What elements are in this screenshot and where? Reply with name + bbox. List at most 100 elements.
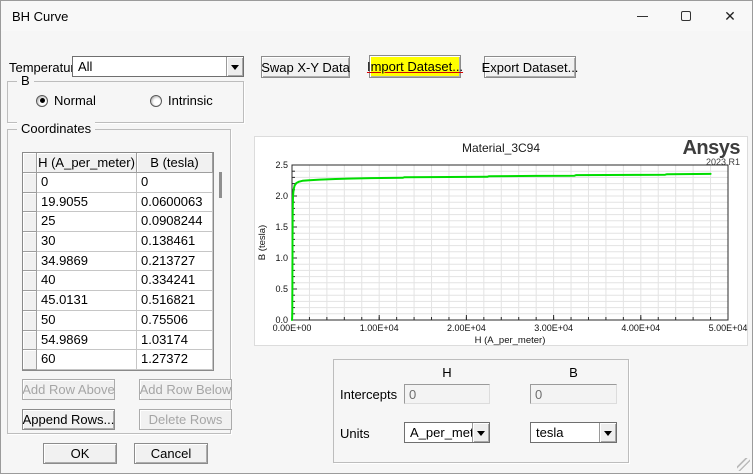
b-group-label: B (17, 73, 34, 88)
minimize-button[interactable] (620, 1, 664, 31)
ok-button[interactable]: OK (43, 443, 117, 464)
close-button[interactable]: ✕ (708, 1, 752, 31)
radio-normal[interactable]: Normal (36, 93, 96, 108)
maximize-button[interactable] (664, 1, 708, 31)
column-label-b: B (569, 365, 578, 380)
row-selector[interactable] (23, 330, 37, 351)
radio-normal-label: Normal (54, 93, 96, 108)
cell-h-value[interactable]: 50 (37, 310, 137, 331)
table-row: 00 (23, 173, 213, 193)
chevron-down-icon[interactable] (226, 57, 243, 76)
add-row-below-button[interactable]: Add Row Below (139, 379, 232, 400)
svg-text:2.0: 2.0 (275, 191, 288, 201)
cell-b-value[interactable]: 0.516821 (137, 291, 213, 311)
svg-text:1.0: 1.0 (275, 253, 288, 263)
table-row: 54.9869 1.03174 (23, 330, 213, 351)
cell-h-value[interactable]: 25 (37, 212, 137, 233)
unit-b-combobox[interactable]: tesla (530, 422, 617, 443)
coordinates-table-body: 0 0 19.9055 0.0600063 25 0.0908244 30 0.138461 3… (23, 173, 213, 370)
cell-b-value[interactable]: 1.27372 (137, 350, 213, 370)
delete-rows-button[interactable]: Delete Rows (139, 409, 232, 430)
coordinates-groupbox: Coordinates H (A_per_meter) B (tesla) 00… (7, 121, 232, 434)
bh-plot: 0.00E+00 1.00E+04 2.00E+04 3.00E+04 4.00E+04… (257, 160, 748, 346)
window-title: BH Curve (12, 8, 69, 24)
cell-b-value[interactable]: 0.213727 (137, 251, 213, 272)
cell-h-value[interactable]: 60 (37, 350, 137, 370)
cell-b-value[interactable]: 0.75506 (137, 310, 213, 331)
radio-normal-icon[interactable] (36, 94, 48, 107)
intercepts-units-groupbox: H B Intercepts 0 0 Units A_per_meter tes… (333, 359, 629, 463)
table-row: 45.0131 0.516821 (23, 291, 213, 311)
coordinates-label: Coordinates (17, 121, 96, 136)
temperature-value: All (78, 59, 93, 74)
add-row-above-button[interactable]: Add Row Above (22, 379, 115, 400)
column-label-h: H (442, 365, 452, 380)
append-rows-button[interactable]: Append Rows... (22, 409, 115, 430)
cell-b-value[interactable]: 0.0908244 (137, 212, 213, 233)
export-dataset-button[interactable]: Export Dataset... (482, 56, 578, 78)
row-selector[interactable] (23, 271, 37, 292)
row-selector[interactable] (23, 251, 37, 272)
cell-h-value[interactable]: 34.9869 (37, 251, 137, 272)
maximize-icon (681, 11, 691, 21)
row-selector[interactable] (23, 310, 37, 331)
cancel-button[interactable]: Cancel (134, 443, 208, 464)
corner-header-cell[interactable] (23, 153, 37, 173)
radio-intrinsic[interactable]: Intrinsic (150, 93, 213, 108)
radio-intrinsic-icon[interactable] (150, 94, 162, 107)
svg-text:3.00E+04: 3.00E+04 (534, 323, 573, 333)
cell-h-value[interactable]: 54.9869 (37, 330, 137, 351)
table-row: 40 0.334241 (23, 271, 213, 292)
table-row: 25 0.0908244 (23, 212, 213, 233)
row-selector[interactable] (23, 212, 37, 233)
intercept-h-field: 0 (404, 384, 490, 404)
intercept-b-field: 0 (530, 384, 617, 404)
coordinates-table: H (A_per_meter) B (tesla) 0 0 19.9055 0.060… (22, 152, 214, 371)
titlebar: BH Curve ✕ (1, 1, 752, 31)
chevron-down-icon[interactable] (472, 423, 489, 442)
cell-h-value[interactable]: 0 (37, 173, 137, 193)
svg-text:2.5: 2.5 (275, 160, 288, 170)
column-header-h[interactable]: H (A_per_meter) (37, 153, 137, 173)
row-selector[interactable] (23, 192, 37, 213)
chevron-down-icon[interactable] (599, 423, 616, 442)
cell-b-value[interactable]: 0 (137, 173, 213, 193)
cell-b-value[interactable]: 0.334241 (137, 271, 213, 292)
row-selector[interactable] (23, 350, 37, 370)
svg-text:0.0: 0.0 (275, 315, 288, 325)
resize-grip[interactable] (737, 458, 750, 471)
minimize-icon (636, 15, 648, 17)
swap-xy-data-button[interactable]: Swap X-Y Data (261, 56, 350, 78)
row-selector[interactable] (23, 291, 37, 311)
cell-b-value[interactable]: 0.0600063 (137, 192, 213, 213)
svg-text:0.5: 0.5 (275, 284, 288, 294)
cell-b-value[interactable]: 1.03174 (137, 330, 213, 351)
svg-text:H (A_per_meter): H (A_per_meter) (475, 335, 546, 346)
import-dataset-button[interactable]: Import Dataset... (367, 55, 463, 78)
column-header-b[interactable]: B (tesla) (137, 153, 213, 173)
unit-h-value: A_per_meter (410, 425, 472, 440)
bh-curve-dialog: BH Curve ✕ Temperature All Swap X-Y Data… (0, 0, 753, 474)
row-selector[interactable] (23, 232, 37, 252)
cell-h-value[interactable]: 19.9055 (37, 192, 137, 213)
cell-b-value[interactable]: 0.138461 (137, 232, 213, 252)
cell-h-value[interactable]: 40 (37, 271, 137, 292)
units-label: Units (340, 426, 370, 441)
unit-b-value: tesla (536, 425, 564, 440)
table-row: 60 1.27372 (23, 350, 213, 370)
close-icon: ✕ (724, 8, 736, 24)
row-selector[interactable] (23, 173, 37, 193)
cell-h-value[interactable]: 30 (37, 232, 137, 252)
svg-text:1.5: 1.5 (275, 222, 288, 232)
table-row: 30 0.138461 (23, 232, 213, 252)
svg-text:1.00E+04: 1.00E+04 (360, 323, 399, 333)
svg-text:5.00E+04: 5.00E+04 (709, 323, 748, 333)
svg-text:B (tesla): B (tesla) (257, 225, 268, 260)
table-scrollbar-thumb[interactable] (219, 172, 222, 198)
cell-h-value[interactable]: 45.0131 (37, 291, 137, 311)
temperature-combobox[interactable]: All (72, 56, 244, 77)
table-row: 50 0.75506 (23, 310, 213, 331)
unit-h-combobox[interactable]: A_per_meter (404, 422, 490, 443)
chart-panel: Material_3C94 Ansys 2023 R1 0.00E+00 1.00… (254, 136, 748, 346)
svg-text:2.00E+04: 2.00E+04 (447, 323, 486, 333)
